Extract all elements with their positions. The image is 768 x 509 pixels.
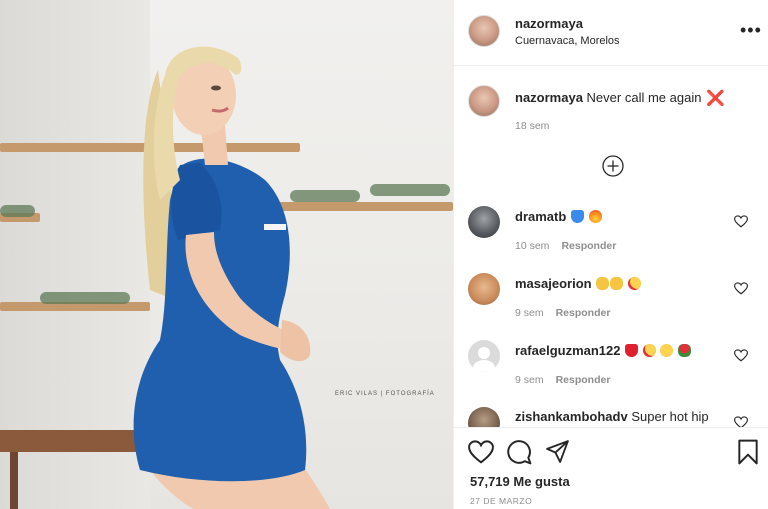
rose-emoji xyxy=(678,344,691,357)
avatar[interactable] xyxy=(468,206,500,238)
photo-watermark: ERIC VILAS | FOTOGRAFÍA xyxy=(335,391,435,397)
comment-username[interactable]: zishankambohadv xyxy=(515,409,628,424)
cross-mark-emoji: ❌ xyxy=(706,90,725,107)
comment-username[interactable]: dramatb xyxy=(515,209,566,224)
avatar[interactable] xyxy=(468,407,500,427)
caption-text: Never call me again xyxy=(586,90,702,105)
photo-subject xyxy=(133,46,330,509)
reply-button[interactable]: Responder xyxy=(556,374,611,386)
comment-text: Super hot hip xyxy=(631,409,709,424)
comment: masajeorion xyxy=(515,276,641,291)
fire-emoji xyxy=(588,210,602,223)
blue-heart-emoji xyxy=(570,210,584,223)
caption-username[interactable]: nazormaya xyxy=(515,90,583,105)
comment-meta: 10 sem Responder xyxy=(515,240,616,252)
post-date: 27 DE MARZO xyxy=(470,496,533,506)
comment-icon[interactable] xyxy=(506,439,532,465)
heart-icon[interactable] xyxy=(734,349,748,362)
comment-clip: zishankambohadv Super hot hip xyxy=(454,400,768,427)
comment: zishankambohadv Super hot hip xyxy=(515,409,709,424)
comment-time: 9 sem xyxy=(515,374,544,386)
heart-icon[interactable] xyxy=(734,416,748,427)
ok-hand-emoji xyxy=(596,277,610,290)
heart-icon[interactable] xyxy=(734,215,748,228)
red-heart-emoji xyxy=(625,344,639,357)
post-location[interactable]: Cuernavaca, Morelos xyxy=(515,35,620,47)
comment-username[interactable]: rafaelguzman122 xyxy=(515,343,621,358)
post-actions: 57,719 Me gusta 27 DE MARZO xyxy=(454,427,768,509)
comment-meta: 9 sem Responder xyxy=(515,307,610,319)
heart-eyes-emoji xyxy=(627,277,641,290)
like-icon[interactable] xyxy=(468,440,494,464)
ok-hand-emoji xyxy=(610,277,624,290)
comment-time: 9 sem xyxy=(515,307,544,319)
post-photo[interactable]: ERIC VILAS | FOTOGRAFÍA xyxy=(0,0,453,509)
heart-eyes-emoji xyxy=(642,344,656,357)
comment-meta: 9 sem Responder xyxy=(515,374,610,386)
post-side-panel: nazormaya Cuernavaca, Morelos ••• nazorm… xyxy=(453,0,768,509)
post-header: nazormaya Cuernavaca, Morelos ••• xyxy=(454,0,768,66)
comment-username[interactable]: masajeorion xyxy=(515,276,592,291)
add-circle-icon[interactable] xyxy=(602,155,624,177)
comment-time: 10 sem xyxy=(515,240,550,252)
save-icon[interactable] xyxy=(737,439,759,465)
avatar[interactable] xyxy=(468,340,500,372)
post-username[interactable]: nazormaya xyxy=(515,16,583,31)
caption: nazormaya Never call me again ❌ xyxy=(515,89,725,107)
share-icon[interactable] xyxy=(545,439,570,464)
likes-count[interactable]: 57,719 Me gusta xyxy=(470,474,570,489)
heart-icon[interactable] xyxy=(734,282,748,295)
reply-button[interactable]: Responder xyxy=(561,240,616,252)
comment: dramatb xyxy=(515,209,602,224)
caption-time: 18 sem xyxy=(515,120,550,132)
avatar[interactable] xyxy=(468,15,500,47)
yum-emoji xyxy=(660,344,674,357)
comment: rafaelguzman122 xyxy=(515,343,691,358)
reply-button[interactable]: Responder xyxy=(556,307,611,319)
more-options-icon[interactable]: ••• xyxy=(740,21,762,39)
avatar[interactable] xyxy=(468,273,500,305)
avatar[interactable] xyxy=(468,85,500,117)
